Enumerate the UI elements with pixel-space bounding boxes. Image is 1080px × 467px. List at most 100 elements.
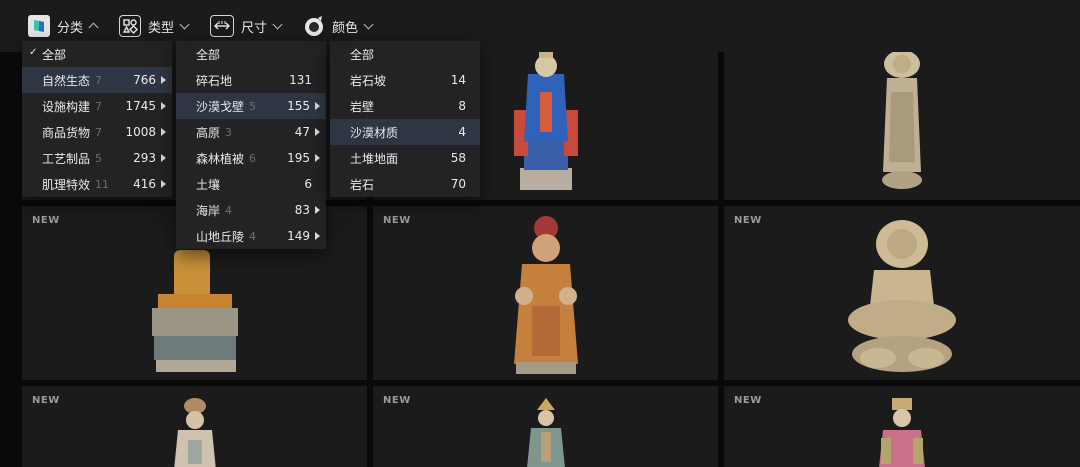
submenu-arrow-icon (315, 154, 320, 162)
asset-card[interactable] (724, 52, 1080, 200)
category-level1-item[interactable]: 工艺制品 5 293 (22, 145, 172, 171)
category-level1-item-label: 设施构建 (42, 99, 91, 114)
asset-card[interactable]: NEW (724, 386, 1080, 467)
category-level3-item-label: 岩石坡 (350, 73, 387, 88)
category-filter-label: 分类 (57, 20, 84, 36)
category-level1-item-label: 商品货物 (42, 125, 91, 140)
category-level2-item-count: 155 (287, 99, 310, 113)
category-level3-item-label: 土堆地面 (350, 151, 399, 166)
category-level3-item-count: 8 (458, 99, 466, 113)
category-level3-item[interactable]: 岩壁 8 (330, 93, 480, 119)
category-level1-item[interactable]: 肌理特效 11 416 (22, 171, 172, 197)
category-level3-item[interactable]: 土堆地面 58 (330, 145, 480, 171)
submenu-arrow-icon (315, 232, 320, 240)
category-level2-subcategory-count: 3 (225, 125, 233, 139)
chevron-up-icon (88, 22, 99, 33)
category-menu-level2: 全部 碎石地 131 沙漠戈壁 5 155 高原 3 47 森林植被 6 195 土壤 6 海岸 4 83 山地丘… (176, 41, 326, 249)
new-badge: NEW (383, 395, 411, 406)
category-level1-item-label: 全部 (42, 47, 67, 62)
category-level1-item-count: 766 (133, 73, 156, 87)
checkmark-icon: ✓ (29, 47, 38, 58)
category-level1-subcategory-count: 7 (95, 73, 103, 87)
size-icon (210, 15, 235, 37)
category-level3-item-label: 全部 (350, 47, 375, 62)
category-level1-item[interactable]: ✓ 全部 (22, 41, 172, 67)
category-level3-item-count: 58 (450, 151, 466, 165)
submenu-arrow-icon (161, 76, 166, 84)
category-level2-item-label: 碎石地 (196, 73, 233, 88)
category-level1-item[interactable]: 设施构建 7 1745 (22, 93, 172, 119)
statue-thumbnail (526, 398, 565, 467)
asset-card[interactable]: NEW (373, 206, 718, 380)
submenu-arrow-icon (161, 180, 166, 188)
category-level3-item[interactable]: 全部 (330, 41, 480, 67)
asset-card[interactable]: NEW (22, 386, 367, 467)
category-level2-item[interactable]: 森林植被 6 195 (176, 145, 326, 171)
category-level2-item[interactable]: 碎石地 131 (176, 67, 326, 93)
category-level3-item[interactable]: 岩石坡 14 (330, 67, 480, 93)
chevron-down-icon (272, 19, 283, 29)
size-filter-label: 尺寸 (241, 20, 268, 36)
new-badge: NEW (734, 215, 762, 226)
statue-thumbnail (151, 250, 238, 372)
category-level1-item[interactable]: 商品货物 7 1008 (22, 119, 172, 145)
category-level3-item-count: 14 (450, 73, 466, 87)
category-level1-item-count: 293 (133, 151, 156, 165)
category-level2-item[interactable]: 高原 3 47 (176, 119, 326, 145)
category-level1-item-label: 工艺制品 (42, 151, 91, 166)
chevron-down-icon (363, 19, 374, 29)
category-level1-item-count: 416 (133, 177, 156, 191)
submenu-arrow-icon (161, 102, 166, 110)
category-level3-item-count: 70 (450, 177, 466, 191)
category-level2-item[interactable]: 山地丘陵 4 149 (176, 223, 326, 249)
category-level2-subcategory-count: 4 (225, 203, 233, 217)
statue-thumbnail (513, 216, 578, 374)
new-badge: NEW (734, 395, 762, 406)
category-level2-item[interactable]: 海岸 4 83 (176, 197, 326, 223)
category-level2-subcategory-count: 5 (249, 99, 257, 113)
category-level2-item-label: 森林植被 (196, 151, 245, 166)
category-menu-level1: ✓ 全部自然生态 7 766 设施构建 7 1745 商品货物 7 1008 工艺制品 5 293 肌理特… (22, 41, 172, 197)
category-level2-item[interactable]: 沙漠戈壁 5 155 (176, 93, 326, 119)
category-level3-item[interactable]: 沙漠材质 4 (330, 119, 480, 145)
color-icon (303, 15, 325, 37)
asset-card[interactable]: NEW (373, 386, 718, 467)
category-level2-item[interactable]: 土壤 6 (176, 171, 326, 197)
category-icon (28, 15, 50, 37)
category-level2-item-count: 149 (287, 229, 310, 243)
category-level1-item[interactable]: 自然生态 7 766 (22, 67, 172, 93)
size-filter[interactable]: 尺寸 (210, 13, 283, 39)
category-level2-subcategory-count: 4 (249, 229, 257, 243)
category-level1-item-count: 1745 (125, 99, 156, 113)
category-level1-subcategory-count: 11 (95, 177, 110, 191)
color-filter-label: 颜色 (332, 20, 359, 36)
category-level2-item-count: 83 (294, 203, 310, 217)
category-level3-item-label: 岩石 (350, 177, 375, 192)
category-level1-subcategory-count: 5 (95, 151, 103, 165)
asset-card[interactable]: NEW (724, 206, 1080, 380)
category-level1-subcategory-count: 7 (95, 99, 103, 113)
category-level2-item-count: 195 (287, 151, 310, 165)
submenu-arrow-icon (315, 206, 320, 214)
color-filter[interactable]: 颜色 (303, 13, 374, 39)
new-badge: NEW (32, 215, 60, 226)
category-filter[interactable]: 分类 (28, 13, 99, 39)
category-level1-item-label: 自然生态 (42, 73, 91, 88)
category-level1-item-count: 1008 (125, 125, 156, 139)
category-level1-item-label: 肌理特效 (42, 177, 91, 192)
category-level3-item-count: 4 (458, 125, 466, 139)
category-level1-subcategory-count: 7 (95, 125, 103, 139)
chevron-down-icon (179, 19, 190, 29)
category-level3-item[interactable]: 岩石 70 (330, 171, 480, 197)
submenu-arrow-icon (161, 154, 166, 162)
category-level2-item[interactable]: 全部 (176, 41, 326, 67)
statue-thumbnail (879, 398, 925, 467)
category-menu-level3: 全部岩石坡 14 岩壁 8 沙漠材质 4 土堆地面 58 岩石 70 (330, 41, 480, 197)
category-level2-item-label: 沙漠戈壁 (196, 99, 245, 114)
new-badge: NEW (32, 395, 60, 406)
category-level2-item-label: 高原 (196, 125, 221, 140)
new-badge: NEW (383, 215, 411, 226)
statue-thumbnail (848, 220, 956, 372)
type-filter[interactable]: 类型 (119, 13, 190, 39)
category-level2-item-count: 131 (289, 73, 312, 87)
